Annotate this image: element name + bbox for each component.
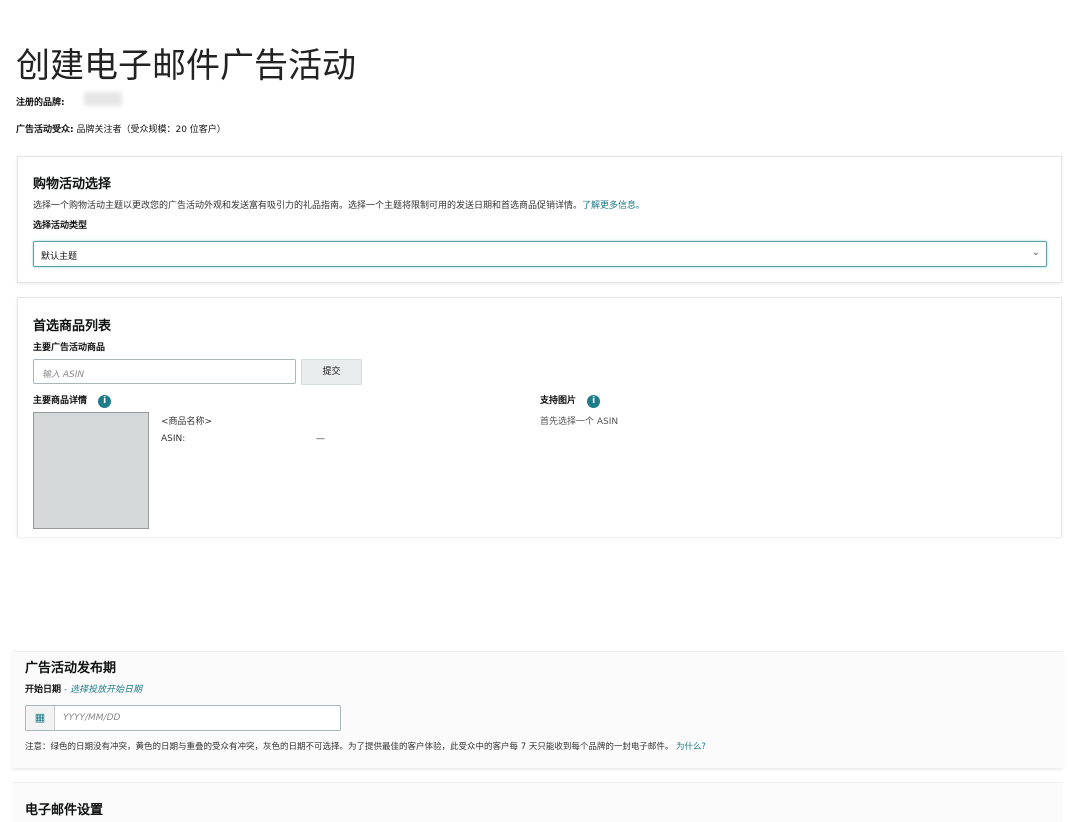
audience-value: 品牌关注者（受众规模：20 位客户）	[76, 125, 226, 135]
page-title: 创建电子邮件广告活动	[16, 46, 356, 86]
audience-label: 广告活动受众:	[16, 125, 74, 135]
theme-card: 购物活动选择 选择一个购物活动主题以更改您的广告活动外观和发送富有吸引力的礼品指…	[17, 156, 1062, 283]
asin-value: —	[316, 434, 325, 444]
email-settings-card: 电子邮件设置	[12, 782, 1063, 822]
info-icon[interactable]: i	[587, 395, 601, 408]
type-label: 选择活动类型	[33, 221, 88, 231]
brand-blurred	[84, 92, 122, 106]
start-hint: - 选择投放开始日期	[63, 685, 142, 695]
date-placeholder: YYYY/MM/DD	[63, 713, 121, 723]
start-date-input[interactable]: ▦ YYYY/MM/DD	[25, 705, 341, 731]
learn-more-link[interactable]: 了解更多信息。	[582, 201, 645, 211]
products-card: 首选商品列表 主要广告活动商品 输入 ASIN 提交 主要商品详情 i <商品名…	[17, 297, 1062, 537]
asin-label: ASIN:	[161, 434, 186, 444]
email-settings-heading: 电子邮件设置	[25, 803, 104, 818]
theme-select[interactable]: 默认主题 ⌄	[33, 241, 1047, 267]
main-product-label: 主要广告活动商品	[33, 343, 106, 353]
product-name: <商品名称>	[161, 417, 213, 427]
info-icon[interactable]: i	[98, 395, 112, 408]
schedule-heading: 广告活动发布期	[25, 661, 117, 676]
schedule-card: 广告活动发布期 开始日期 - 选择投放开始日期 ▦ YYYY/MM/DD 注意：…	[12, 651, 1063, 768]
why-link[interactable]: 为什么?	[676, 742, 706, 752]
submit-button[interactable]: 提交	[301, 359, 362, 385]
theme-desc: 选择一个购物活动主题以更改您的广告活动外观和发送富有吸引力的礼品指南。选择一个主…	[33, 201, 583, 211]
chevron-down-icon: ⌄	[1031, 247, 1040, 258]
products-heading: 首选商品列表	[33, 319, 112, 334]
product-image-placeholder	[33, 412, 149, 529]
support-label: 支持图片	[540, 396, 577, 406]
details-label: 主要商品详情	[33, 396, 88, 406]
start-label: 开始日期	[25, 685, 62, 695]
schedule-note: 注意：绿色的日期没有冲突，黄色的日期与重叠的受众有冲突，灰色的日期不可选择。为了…	[25, 742, 674, 752]
asin-input[interactable]: 输入 ASIN	[33, 359, 296, 384]
calendar-icon[interactable]: ▦	[26, 706, 55, 730]
asin-placeholder: 输入 ASIN	[42, 370, 85, 380]
theme-heading: 购物活动选择	[33, 177, 112, 192]
support-hint: 首先选择一个 ASIN	[540, 417, 619, 427]
brand-label: 注册的品牌:	[16, 98, 65, 108]
theme-selected: 默认主题	[41, 252, 78, 262]
